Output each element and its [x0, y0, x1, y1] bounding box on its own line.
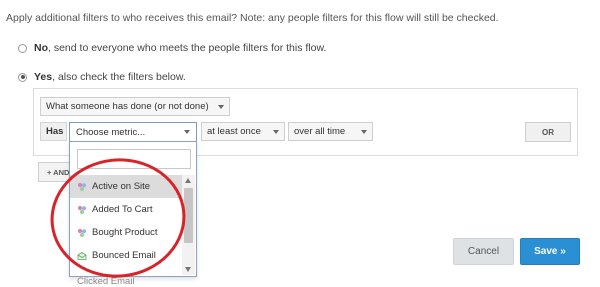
- metric-dropdown: Active on Site Added To Cart Bought Prod…: [69, 141, 197, 287]
- filter-question: Apply additional filters to who receives…: [6, 12, 499, 24]
- or-button[interactable]: OR: [525, 122, 571, 142]
- radio-yes[interactable]: [18, 72, 27, 82]
- metric-search-input[interactable]: [77, 149, 191, 169]
- scroll-up-arrow-icon[interactable]: [185, 178, 191, 183]
- timeframe-value: over all time: [294, 126, 346, 137]
- cancel-button[interactable]: Cancel: [453, 238, 514, 265]
- metric-option-clicked-email[interactable]: Clicked Email: [70, 267, 182, 287]
- metric-option-label: Bought Product: [92, 227, 158, 238]
- condition-type-select[interactable]: What someone has done (or not done): [40, 97, 230, 116]
- metric-option-label: Clicked Email: [77, 276, 135, 287]
- chevron-down-icon: [218, 105, 224, 109]
- option-no-label: No, send to everyone who meets the peopl…: [34, 42, 327, 54]
- metric-option-bounced-email[interactable]: Bounced Email: [70, 244, 182, 267]
- dropdown-scrollbar[interactable]: [182, 175, 195, 275]
- metric-option-label: Bounced Email: [92, 250, 156, 261]
- option-yes-label: Yes, also check the filters below.: [34, 71, 186, 83]
- email-icon: [77, 251, 87, 260]
- metric-list: Active on Site Added To Cart Bought Prod…: [70, 175, 182, 287]
- chevron-down-icon: [273, 130, 279, 134]
- frequency-value: at least once: [207, 126, 261, 137]
- chevron-down-icon: [184, 130, 190, 134]
- has-label: Has: [40, 122, 67, 141]
- metric-icon: [77, 182, 87, 191]
- condition-type-value: What someone has done (or not done): [46, 101, 209, 112]
- metric-placeholder: Choose metric...: [76, 126, 146, 138]
- metric-option-label: Active on Site: [92, 181, 151, 192]
- timeframe-select[interactable]: over all time: [288, 122, 373, 141]
- metric-option-active-on-site[interactable]: Active on Site: [70, 175, 182, 198]
- metric-icon: [77, 205, 87, 214]
- frequency-select[interactable]: at least once: [201, 122, 285, 141]
- chevron-down-icon: [361, 130, 367, 134]
- radio-no[interactable]: [18, 43, 27, 53]
- metric-option-added-to-cart[interactable]: Added To Cart: [70, 198, 182, 221]
- metric-icon: [77, 228, 87, 237]
- scroll-thumb[interactable]: [184, 188, 193, 243]
- scroll-down-arrow-icon[interactable]: [185, 267, 191, 272]
- add-and-button[interactable]: + AND: [38, 162, 72, 182]
- metric-option-label: Added To Cart: [92, 204, 153, 215]
- option-yes[interactable]: Yes, also check the filters below.: [18, 71, 186, 83]
- metric-select[interactable]: Choose metric...: [69, 122, 197, 142]
- save-button[interactable]: Save »: [520, 238, 580, 265]
- metric-option-bought-product[interactable]: Bought Product: [70, 221, 182, 244]
- option-no[interactable]: No, send to everyone who meets the peopl…: [18, 42, 326, 54]
